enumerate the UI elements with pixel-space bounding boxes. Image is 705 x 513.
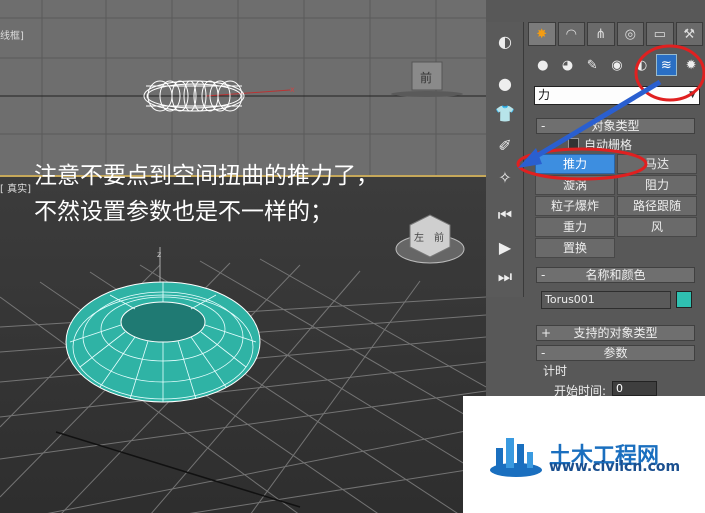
gravity-button[interactable]: 重力	[535, 217, 615, 237]
geometry-icon[interactable]: ●	[532, 54, 554, 76]
play-forward-icon[interactable]: ⏭	[490, 264, 520, 290]
annotation-line-1: 注意不要点到空间扭曲的推力了，	[34, 163, 379, 189]
motion-icon[interactable]: ◎	[616, 22, 644, 46]
shapes-icon[interactable]: ◕	[557, 54, 579, 76]
svg-text:左: 左	[414, 231, 424, 244]
rollout-name-color[interactable]: - 名称和颜色	[536, 267, 695, 283]
drag-button[interactable]: 阻力	[617, 175, 697, 195]
command-tabs: ✸ ◠ ⋔ ◎ ▭ ⚒	[528, 22, 705, 48]
brush-icon[interactable]: ✐	[490, 132, 520, 158]
watermark-url: www.civilcn.com	[549, 459, 681, 475]
push-button[interactable]: 推力	[535, 154, 615, 174]
vortex-button[interactable]: 漩涡	[535, 175, 615, 195]
rollout-parameters[interactable]: - 参数	[536, 345, 695, 361]
wind-button[interactable]: 风	[617, 217, 697, 237]
cameras-icon[interactable]: ◉	[606, 54, 628, 76]
watermark-logo	[490, 438, 542, 477]
start-time-spinner[interactable]: 0	[612, 381, 657, 396]
systems-icon[interactable]: ✹	[680, 54, 702, 76]
play-back-icon[interactable]: ⏮	[490, 202, 520, 228]
svg-text:前: 前	[434, 231, 444, 244]
object-color-swatch[interactable]	[676, 291, 692, 308]
motor-button[interactable]: 马达	[617, 154, 697, 174]
spacewarps-icon[interactable]: ≋	[655, 54, 678, 76]
shirt-icon[interactable]: 👕	[490, 100, 520, 126]
category-dropdown-value: 力	[538, 88, 551, 102]
top-viewport[interactable]: 线框] x 前	[0, 0, 486, 175]
side-toolstrip: ◐ ● 👕 ✐ ✧ ⏮ ▶ ⏭	[486, 22, 524, 297]
modify-icon[interactable]: ◠	[557, 22, 585, 46]
collapse-icon: -	[541, 268, 546, 282]
hierarchy-icon[interactable]: ⋔	[587, 22, 615, 46]
autogrid-label: 自动栅格	[584, 138, 633, 152]
create-icon[interactable]: ✸	[528, 22, 556, 46]
top-viewport-grid: x 前	[0, 0, 486, 175]
svg-text:前: 前	[420, 70, 432, 85]
annotation-text: 注意不要点到空间扭曲的推力了， 不然设置参数也是不一样的；	[34, 158, 379, 230]
rollout-object-type[interactable]: - 对象类型	[536, 118, 695, 134]
autogrid-checkbox[interactable]	[568, 138, 579, 149]
collapse-icon: -	[541, 119, 546, 133]
collapse-icon: -	[541, 346, 546, 360]
category-dropdown[interactable]: 力 ▼	[534, 86, 700, 105]
rollout-supported-types[interactable]: + 支持的对象类型	[536, 325, 695, 341]
timing-label: 计时	[543, 364, 568, 378]
utilities-icon[interactable]: ⚒	[675, 22, 703, 46]
sparkle-icon[interactable]: ✧	[490, 164, 520, 190]
pbomb-button[interactable]: 粒子爆炸	[535, 196, 615, 216]
expand-icon: +	[541, 326, 552, 340]
object-name-field[interactable]: Torus001	[541, 291, 671, 309]
create-category-icons: ● ◕ ✎ ◉ ◐ ≋ ✹	[532, 54, 705, 82]
chevron-down-icon: ▼	[689, 90, 696, 100]
globe-icon[interactable]: ◐	[490, 28, 520, 54]
torus-mesh	[65, 281, 261, 403]
play-icon[interactable]: ▶	[490, 234, 520, 260]
svg-text:x: x	[290, 85, 295, 94]
svg-text:z: z	[157, 250, 161, 259]
helpers-icon[interactable]: ◐	[631, 54, 653, 76]
sphere-icon[interactable]: ●	[490, 70, 520, 96]
display-icon[interactable]: ▭	[646, 22, 674, 46]
lights-icon[interactable]: ✎	[581, 54, 603, 76]
displace-button[interactable]: 置换	[535, 238, 615, 258]
annotation-line-2: 不然设置参数也是不一样的；	[34, 199, 333, 225]
path-follow-button[interactable]: 路径跟随	[617, 196, 697, 216]
